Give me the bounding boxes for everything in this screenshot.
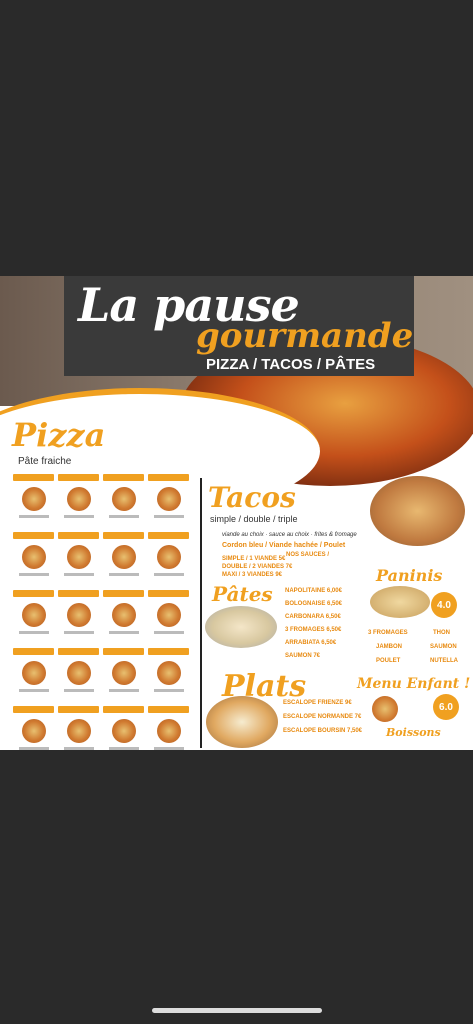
pates-item: 3 FROMAGES 6,50€ bbox=[285, 627, 342, 633]
pizza-item bbox=[58, 590, 99, 644]
panini-item: THON bbox=[433, 630, 450, 636]
panini-photo bbox=[370, 586, 430, 618]
column-divider bbox=[200, 478, 202, 748]
panini-item: NUTELLA bbox=[430, 658, 458, 664]
pizza-item bbox=[13, 590, 54, 644]
panini-item: POULET bbox=[376, 658, 401, 664]
panini-item: 3 FROMAGES bbox=[368, 630, 408, 636]
plats-item: ESCALOPE FRIENZE 9€ bbox=[283, 700, 352, 706]
pizza-item bbox=[103, 706, 144, 750]
panini-item: SAUMON bbox=[430, 644, 457, 650]
pates-item: ARRABIATA 6,50€ bbox=[285, 640, 337, 646]
tacos-info: viande au choix · sauce au choix · frite… bbox=[222, 532, 357, 538]
pizza-item bbox=[103, 648, 144, 702]
tacos-photo bbox=[370, 476, 465, 546]
pizza-grid bbox=[13, 474, 189, 750]
pates-item: CARBONARA 6,50€ bbox=[285, 614, 341, 620]
panini-item: JAMBON bbox=[376, 644, 403, 650]
tacos-maxi: MAXI / 3 VIANDES 9€ bbox=[222, 572, 283, 578]
menu-enfant-photo bbox=[372, 696, 398, 722]
sauces-title: NOS SAUCES / bbox=[286, 552, 330, 558]
plats-item: ESCALOPE BOURSIN 7,50€ bbox=[283, 728, 363, 734]
pizza-item bbox=[58, 532, 99, 586]
pizza-item bbox=[58, 706, 99, 750]
brand-line-2: gourmande bbox=[196, 316, 414, 356]
home-indicator[interactable] bbox=[152, 1008, 322, 1013]
pizza-title: Pizza bbox=[12, 416, 106, 454]
pizza-item bbox=[148, 648, 189, 702]
pates-item: NAPOLITAINE 6,00€ bbox=[285, 588, 342, 594]
pizza-item bbox=[13, 706, 54, 750]
pizza-item bbox=[58, 474, 99, 528]
pizza-item bbox=[148, 590, 189, 644]
pizza-item bbox=[103, 590, 144, 644]
pizza-item bbox=[148, 706, 189, 750]
plats-item: ESCALOPE NORMANDE 7€ bbox=[283, 714, 362, 720]
tagline: PIZZA / TACOS / PÂTES bbox=[206, 356, 376, 373]
pates-title: Pâtes bbox=[212, 582, 273, 606]
paninis-price-badge: 4.0 bbox=[431, 592, 457, 618]
pizza-subtitle: Pâte fraiche bbox=[18, 456, 72, 467]
pizza-item bbox=[148, 532, 189, 586]
tacos-subtitle: simple / double / triple bbox=[210, 514, 298, 524]
pates-photo bbox=[205, 606, 277, 648]
pizza-item bbox=[103, 532, 144, 586]
tacos-double: DOUBLE / 2 VIANDES 7€ bbox=[222, 564, 293, 570]
tacos-meats: Cordon bleu / Viande hachée / Poulet bbox=[222, 542, 346, 549]
pizza-item bbox=[103, 474, 144, 528]
paninis-title: Paninis bbox=[376, 566, 443, 585]
menu-flyer-image: La pause gourmande PIZZA / TACOS / PÂTES… bbox=[0, 276, 473, 750]
pizza-item bbox=[13, 648, 54, 702]
tacos-simple: SIMPLE / 1 VIANDE 5€ bbox=[222, 556, 286, 562]
tacos-title: Tacos bbox=[208, 481, 296, 514]
menu-enfant-title: Menu Enfant ! bbox=[357, 676, 471, 692]
pates-item: SAUMON 7€ bbox=[285, 653, 321, 659]
plats-photo bbox=[206, 696, 278, 748]
pizza-item bbox=[13, 532, 54, 586]
pates-item: BOLOGNAISE 6,50€ bbox=[285, 601, 343, 607]
pizza-item bbox=[13, 474, 54, 528]
pizza-item bbox=[58, 648, 99, 702]
boissons-title: Boissons bbox=[386, 726, 441, 739]
menu-enfant-price-badge: 6.0 bbox=[433, 694, 459, 720]
pizza-item bbox=[148, 474, 189, 528]
